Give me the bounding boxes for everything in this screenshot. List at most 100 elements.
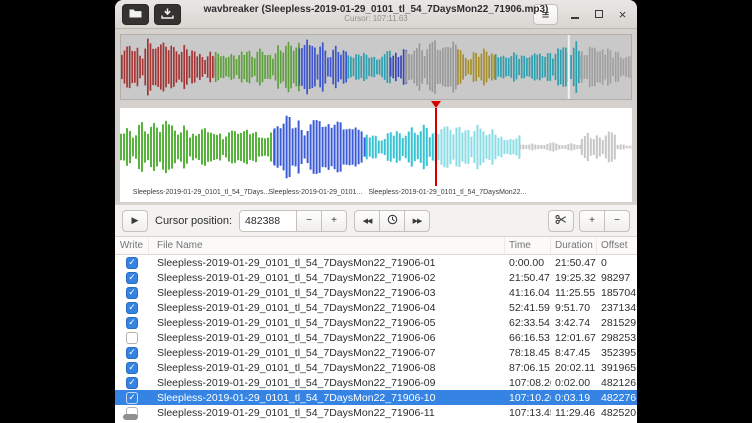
play-button[interactable]: ▶ <box>122 210 148 232</box>
write-cell: ✓ <box>115 392 149 404</box>
seek-forward-icon: ▶▶ <box>413 217 422 225</box>
track-labels-strip: Sleepless-2019-01-29_0101_tl_54_7Days...… <box>120 186 632 202</box>
duration-cell: 8:47.45 <box>551 347 597 359</box>
maximize-icon <box>595 10 603 18</box>
table-row[interactable]: ✓ Sleepless-2019-01-29_0101_tl_54_7DaysMo… <box>115 390 637 405</box>
file-name-cell: Sleepless-2019-01-29_0101_tl_54_7DaysMon… <box>149 392 505 404</box>
header-file-name[interactable]: File Name <box>149 237 505 254</box>
write-checkbox[interactable]: ✓ <box>126 257 138 269</box>
overview-waveform[interactable] <box>120 34 632 100</box>
close-button[interactable]: × <box>615 6 630 22</box>
spin-increment-button[interactable]: + <box>321 210 347 232</box>
header-duration[interactable]: Duration <box>551 237 597 254</box>
file-name-cell: Sleepless-2019-01-29_0101_tl_54_7DaysMon… <box>149 407 505 419</box>
offset-cell: 98297 <box>597 272 637 284</box>
table-row[interactable]: Sleepless-2019-01-29_0101_tl_54_7DaysMon… <box>115 405 637 420</box>
cursor-position-spinbox: 482388 − + <box>239 210 347 232</box>
window-title-block: wavbreaker (Sleepless-2019-01-29_0101_tl… <box>204 4 549 24</box>
table-row[interactable]: ✓Sleepless-2019-01-29_0101_tl_54_7DaysMo… <box>115 360 637 375</box>
table-row[interactable]: ✓Sleepless-2019-01-29_0101_tl_54_7DaysMo… <box>115 300 637 315</box>
track-name-label: Sleepless-2019-01-29_0101_tl_54_7DaysMon… <box>368 189 526 196</box>
save-button[interactable] <box>154 4 181 25</box>
write-checkbox[interactable]: ✓ <box>126 302 138 314</box>
write-checkbox[interactable]: ✓ <box>126 287 138 299</box>
screen: wavbreaker (Sleepless-2019-01-29_0101_tl… <box>0 0 752 423</box>
file-name-cell: Sleepless-2019-01-29_0101_tl_54_7DaysMon… <box>149 347 505 359</box>
write-cell: ✓ <box>115 362 149 374</box>
duration-cell: 21:50.47 <box>551 257 597 269</box>
write-checkbox[interactable]: ✓ <box>126 317 138 329</box>
write-cell: ✓ <box>115 272 149 284</box>
headerbar: wavbreaker (Sleepless-2019-01-29_0101_tl… <box>115 0 637 29</box>
maximize-button[interactable] <box>591 6 606 22</box>
write-checkbox[interactable]: ✓ <box>126 347 138 359</box>
duration-cell: 11:29.46 <box>551 407 597 419</box>
playback-cursor[interactable] <box>435 108 437 186</box>
time-cell: 107:08.26 <box>505 377 551 389</box>
seek-backward-icon: ◀◀ <box>363 217 372 225</box>
offset-cell: 0 <box>597 257 637 269</box>
time-cell: 52:41.59 <box>505 302 551 314</box>
write-cell: ✓ <box>115 317 149 329</box>
seek-backward-button[interactable]: ◀◀ <box>354 210 380 232</box>
write-checkbox[interactable]: ✓ <box>126 377 138 389</box>
header-write[interactable]: Write <box>115 237 149 254</box>
track-name-label: Sleepless-2019-01-29_0101... <box>268 189 362 196</box>
remove-break-button[interactable]: − <box>604 210 630 232</box>
table-row[interactable]: ✓Sleepless-2019-01-29_0101_tl_54_7DaysMo… <box>115 285 637 300</box>
duration-cell: 0:03.19 <box>551 392 597 404</box>
duration-cell: 3:42.74 <box>551 317 597 329</box>
file-name-cell: Sleepless-2019-01-29_0101_tl_54_7DaysMon… <box>149 257 505 269</box>
offset-cell: 482520 <box>597 407 637 419</box>
offset-cell: 298253 <box>597 332 637 344</box>
minimize-button[interactable] <box>567 6 582 22</box>
offset-cell: 281529 <box>597 317 637 329</box>
time-cell: 107:10.26 <box>505 392 551 404</box>
table-header: Write File Name Time Duration Offset <box>115 237 637 255</box>
duration-cell: 0:02.00 <box>551 377 597 389</box>
write-cell: ✓ <box>115 257 149 269</box>
time-cell: 21:50.47 <box>505 272 551 284</box>
seek-forward-button[interactable]: ▶▶ <box>404 210 430 232</box>
add-break-button[interactable]: + <box>579 210 605 232</box>
table-row[interactable]: Sleepless-2019-01-29_0101_tl_54_7DaysMon… <box>115 330 637 345</box>
zoom-waveform[interactable] <box>120 108 632 186</box>
offset-cell: 391965 <box>597 362 637 374</box>
table-row[interactable]: ✓Sleepless-2019-01-29_0101_tl_54_7DaysMo… <box>115 315 637 330</box>
folder-open-icon <box>129 7 142 22</box>
offset-cell: 352395 <box>597 347 637 359</box>
zoom-waveform-canvas <box>120 108 632 186</box>
save-download-icon <box>161 7 174 22</box>
write-checkbox[interactable]: ✓ <box>126 362 138 374</box>
write-cell: ✓ <box>115 347 149 359</box>
header-offset[interactable]: Offset <box>597 237 637 254</box>
table-row[interactable]: ✓ Sleepless-2019-01-29_0101_tl_54_7DaysMo… <box>115 255 637 270</box>
duration-cell: 20:02.11 <box>551 362 597 374</box>
write-cell: ✓ <box>115 377 149 389</box>
table-row[interactable]: ✓ Sleepless-2019-01-29_0101_tl_54_7DaysMo… <box>115 345 637 360</box>
time-cell: 107:13.45 <box>505 407 551 419</box>
file-name-cell: Sleepless-2019-01-29_0101_tl_54_7DaysMon… <box>149 377 505 389</box>
table-row[interactable]: ✓Sleepless-2019-01-29_0101_tl_54_7DaysMo… <box>115 270 637 285</box>
table-row[interactable]: ✓ Sleepless-2019-01-29_0101_tl_54_7DaysMo… <box>115 375 637 390</box>
spin-decrement-button[interactable]: − <box>296 210 322 232</box>
duration-cell: 19:25.32 <box>551 272 597 284</box>
header-time[interactable]: Time <box>505 237 551 254</box>
duration-cell: 12:01.67 <box>551 332 597 344</box>
seek-button-group: ◀◀ ▶▶ <box>354 210 430 232</box>
offset-cell: 482276 <box>597 392 637 404</box>
duration-cell: 11:25.55 <box>551 287 597 299</box>
split-at-cursor-button[interactable] <box>548 210 574 232</box>
write-checkbox[interactable]: ✓ <box>126 392 138 404</box>
write-checkbox[interactable]: ✓ <box>126 272 138 284</box>
minimize-icon <box>571 17 579 19</box>
write-checkbox[interactable] <box>126 332 138 344</box>
time-cell: 0:00.00 <box>505 257 551 269</box>
track-name-label: Sleepless-2019-01-29_0101_tl_54_7Days... <box>133 189 270 196</box>
open-file-button[interactable] <box>122 4 149 25</box>
scissors-icon <box>555 214 567 228</box>
horizontal-scrollbar[interactable] <box>123 414 138 420</box>
track-list: ✓Sleepless-2019-01-29_0101_tl_54_7DaysMo… <box>115 255 637 423</box>
jump-to-time-button[interactable] <box>379 210 405 232</box>
cursor-position-input[interactable]: 482388 <box>239 210 297 232</box>
